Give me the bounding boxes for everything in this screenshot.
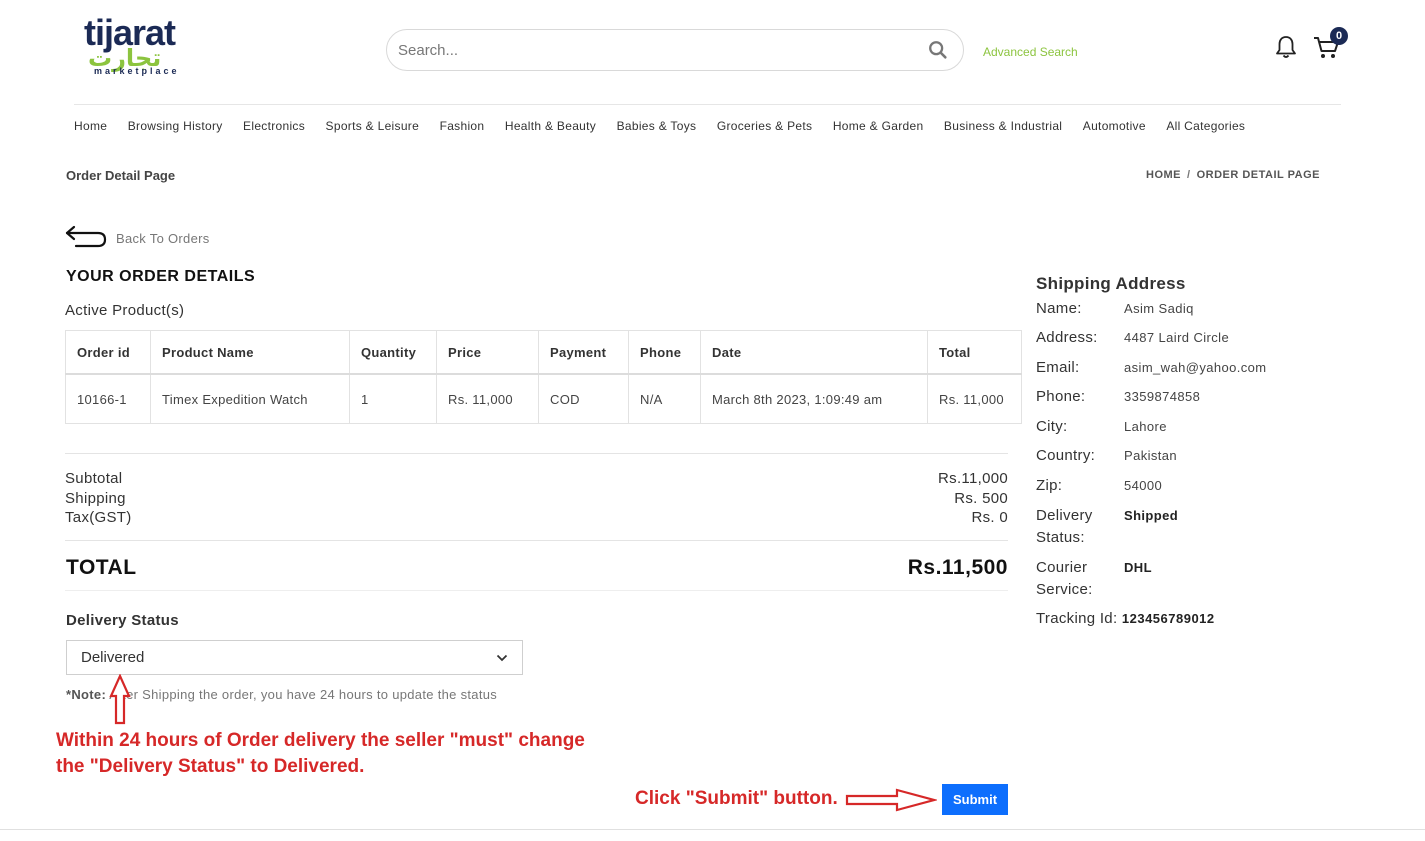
search-bar (386, 29, 964, 71)
active-products-label: Active Product(s) (65, 302, 185, 319)
note-text: After Shipping the order, you have 24 ho… (106, 687, 498, 702)
summary-labels: Subtotal Shipping Tax(GST) (65, 469, 132, 528)
tax-label: Tax(GST) (65, 509, 132, 526)
nav-business-industrial[interactable]: Business & Industrial (944, 119, 1062, 133)
nav-sports-leisure[interactable]: Sports & Leisure (326, 119, 420, 133)
search-icon[interactable] (927, 39, 949, 61)
col-payment: Payment (538, 330, 629, 375)
breadcrumb: HOME / ORDER DETAIL PAGE (1146, 169, 1320, 181)
ship-name-label: Name: (1036, 300, 1082, 317)
page-title: Order Detail Page (66, 168, 176, 183)
summary-divider-middle (65, 540, 1008, 541)
shipping-address-heading: Shipping Address (1036, 274, 1186, 293)
nav-browsing-history[interactable]: Browsing History (128, 119, 223, 133)
total-value: Rs.11,500 (907, 556, 1008, 579)
header-divider (74, 104, 1341, 105)
cell-phone: N/A (628, 373, 701, 424)
ship-address-value: 4487 Laird Circle (1124, 330, 1230, 345)
ship-email-label: Email: (1036, 359, 1080, 376)
cell-date: March 8th 2023, 1:09:49 am (700, 373, 928, 424)
nav-babies-toys[interactable]: Babies & Toys (617, 119, 697, 133)
subtotal-value: Rs.11,000 (938, 470, 1008, 487)
ship-tracking-label: Tracking Id: (1036, 610, 1118, 627)
delivery-status-label: Delivery Status (66, 612, 179, 629)
category-nav: Home Browsing History Electronics Sports… (74, 119, 1266, 133)
footer-divider (0, 829, 1425, 830)
shipping-label: Shipping (65, 489, 126, 507)
ship-zip-value: 54000 (1124, 478, 1163, 493)
annotation-submit-text: Click "Submit" button. (635, 788, 838, 809)
cart-count-badge: 0 (1330, 27, 1348, 45)
col-date: Date (700, 330, 928, 375)
nav-automotive[interactable]: Automotive (1083, 119, 1146, 133)
back-to-orders-link[interactable]: Back To Orders (116, 231, 210, 246)
table-row: 10166-1 Timex Expedition Watch 1 Rs. 11,… (65, 373, 1022, 424)
ship-country-value: Pakistan (1124, 448, 1178, 463)
summary-values: Rs.11,000 Rs. 500 Rs. 0 (938, 469, 1008, 528)
ship-address-label: Address: (1036, 329, 1098, 346)
ship-delivery-status-label: Delivery Status: (1036, 507, 1093, 546)
cell-total: Rs. 11,000 (927, 373, 1022, 424)
summary-divider-bottom (65, 590, 1008, 591)
ship-tracking-row: Tracking Id: 123456789012 (1036, 608, 1215, 630)
col-phone: Phone (628, 330, 701, 375)
breadcrumb-separator: / (1187, 169, 1191, 181)
nav-all-categories[interactable]: All Categories (1166, 119, 1245, 133)
cell-payment: COD (538, 373, 629, 424)
advanced-search-link[interactable]: Advanced Search (983, 45, 1078, 59)
annotation-arrow-right-icon (845, 788, 937, 812)
search-input[interactable] (396, 40, 927, 60)
submit-button[interactable]: Submit (942, 784, 1008, 815)
ship-city-label: City: (1036, 418, 1068, 435)
annotation-line-2: the "Delivery Status" to Delivered. (56, 756, 365, 777)
ship-courier-label: Courier Service: (1036, 559, 1093, 598)
breadcrumb-current: ORDER DETAIL PAGE (1196, 169, 1320, 181)
ship-courier-value: DHL (1124, 560, 1152, 575)
nav-fashion[interactable]: Fashion (440, 119, 485, 133)
cell-price: Rs. 11,000 (436, 373, 539, 424)
total-label: TOTAL (66, 556, 137, 579)
delivery-status-selected: Delivered (81, 649, 145, 666)
ship-delivery-status-value: Shipped (1124, 508, 1179, 523)
ship-zip-label: Zip: (1036, 477, 1063, 494)
cell-quantity: 1 (349, 373, 437, 424)
nav-home-garden[interactable]: Home & Garden (833, 119, 924, 133)
logo-subtitle: marketplace (94, 66, 180, 76)
nav-home[interactable]: Home (74, 119, 107, 133)
col-total: Total (927, 330, 1022, 375)
order-table: Order id Product Name Quantity Price Pay… (65, 330, 1022, 424)
col-product-name: Product Name (150, 330, 350, 375)
tax-value: Rs. 0 (971, 509, 1008, 526)
ship-tracking-value: 123456789012 (1121, 611, 1215, 626)
chevron-down-icon (496, 654, 508, 661)
cell-product-name: Timex Expedition Watch (150, 373, 350, 424)
back-arrow-icon[interactable] (64, 224, 108, 250)
annotation-instruction-text: Within 24 hours of Order delivery the se… (56, 728, 585, 780)
annotation-line-1: Within 24 hours of Order delivery the se… (56, 730, 585, 751)
col-order-id: Order id (65, 330, 151, 375)
bell-icon[interactable] (1274, 34, 1298, 60)
table-header-row: Order id Product Name Quantity Price Pay… (65, 330, 1022, 375)
col-quantity: Quantity (349, 330, 437, 375)
ship-city-value: Lahore (1124, 419, 1167, 434)
subtotal-label: Subtotal (65, 470, 123, 487)
delivery-status-select[interactable]: Delivered (66, 640, 523, 675)
breadcrumb-home[interactable]: HOME (1146, 169, 1181, 181)
ship-email-value: asim_wah@yahoo.com (1124, 360, 1267, 375)
col-price: Price (436, 330, 539, 375)
shipping-value: Rs. 500 (954, 489, 1008, 507)
nav-groceries-pets[interactable]: Groceries & Pets (717, 119, 813, 133)
ship-phone-label: Phone: (1036, 388, 1086, 405)
nav-electronics[interactable]: Electronics (243, 119, 305, 133)
order-details-heading: YOUR ORDER DETAILS (66, 268, 256, 285)
site-logo[interactable]: tijarat تجارت marketplace (84, 12, 194, 78)
ship-phone-value: 3359874858 (1124, 389, 1201, 404)
annotation-arrow-up-icon (109, 674, 131, 725)
ship-country-label: Country: (1036, 447, 1096, 464)
ship-name-value: Asim Sadiq (1124, 301, 1194, 316)
summary-divider-top (65, 453, 1008, 454)
cell-order-id: 10166-1 (65, 373, 151, 424)
nav-health-beauty[interactable]: Health & Beauty (505, 119, 596, 133)
note-prefix: *Note: (66, 687, 107, 702)
